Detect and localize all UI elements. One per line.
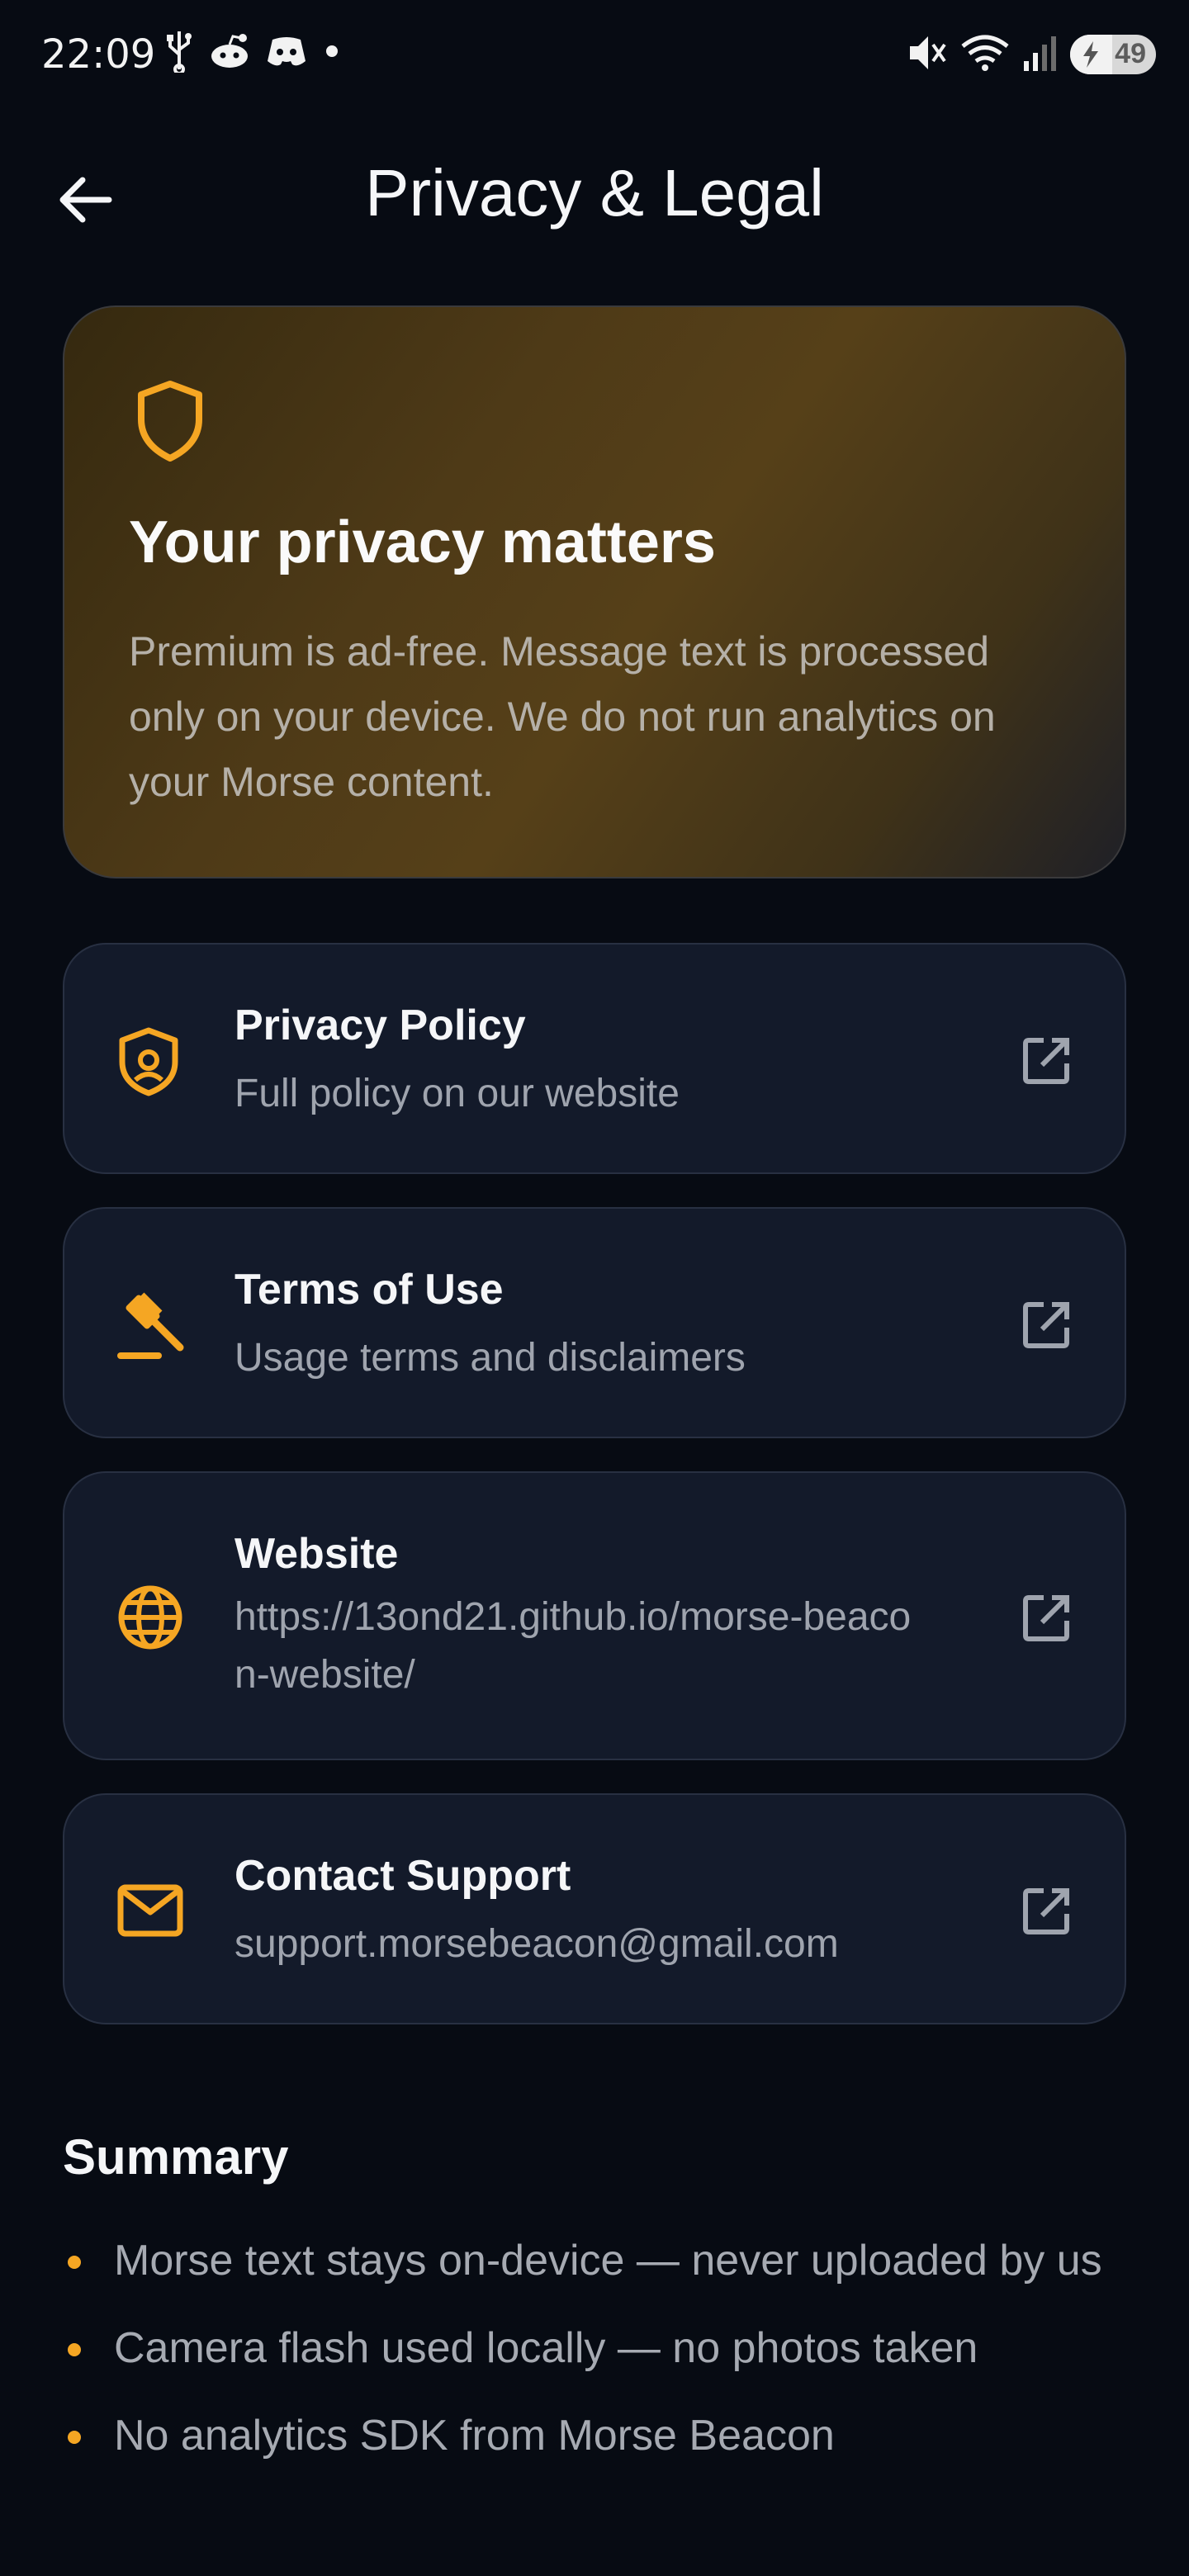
website-title: Website xyxy=(234,1530,399,1578)
privacy-policy-card[interactable]: Privacy Policy Full policy on our websit… xyxy=(63,943,1126,1174)
reddit-icon xyxy=(208,33,251,69)
open-external-icon xyxy=(1023,1302,1069,1348)
terms-of-use-title: Terms of Use xyxy=(234,1266,504,1314)
summary-item: Camera flash used locally — no photos ta… xyxy=(63,2317,1136,2379)
discord-icon xyxy=(266,35,307,68)
app-header: Privacy & Legal xyxy=(0,132,1189,256)
gavel-icon xyxy=(117,1292,184,1359)
signal-icon xyxy=(1022,33,1059,76)
shield-account-icon xyxy=(119,1027,178,1096)
contact-support-title: Contact Support xyxy=(234,1852,571,1900)
mail-icon xyxy=(117,1884,183,1937)
contact-support-email: support.morsebeacon@gmail.com xyxy=(234,1922,839,1966)
summary-heading: Summary xyxy=(63,2129,289,2185)
open-external-icon xyxy=(1023,1888,1069,1934)
website-card[interactable]: Website https://13ond21.github.io/morse-… xyxy=(63,1471,1126,1760)
status-bar: 22:09 49 xyxy=(0,0,1189,111)
summary-item-text: Morse text stays on-device — never uploa… xyxy=(114,2237,1102,2285)
hero-title: Your privacy matters xyxy=(129,509,716,575)
globe-icon xyxy=(118,1585,182,1650)
status-time: 22:09 xyxy=(41,31,156,78)
dot-icon xyxy=(322,41,342,61)
wifi-icon xyxy=(959,33,1011,76)
summary-item-text: Camera flash used locally — no photos ta… xyxy=(114,2324,978,2372)
privacy-hero-card: Your privacy matters Premium is ad-free.… xyxy=(63,305,1126,878)
usb-icon xyxy=(165,30,193,73)
hero-description: Premium is ad-free. Message text is proc… xyxy=(129,628,996,805)
mute-icon xyxy=(907,33,948,76)
battery-level: 49 xyxy=(1115,38,1146,69)
privacy-policy-title: Privacy Policy xyxy=(234,1002,526,1049)
website-url: https://13ond21.github.io/morse-beacon-w… xyxy=(234,1595,912,1697)
bullet-icon xyxy=(68,2256,81,2269)
bullet-icon xyxy=(68,2343,81,2356)
summary-item: Morse text stays on-device — never uploa… xyxy=(63,2229,1136,2292)
page-title: Privacy & Legal xyxy=(365,156,824,230)
contact-support-card[interactable]: Contact Support support.morsebeacon@gmai… xyxy=(63,1793,1126,2024)
bullet-icon xyxy=(68,2431,81,2444)
terms-of-use-subtitle: Usage terms and disclaimers xyxy=(234,1336,746,1380)
privacy-policy-subtitle: Full policy on our website xyxy=(234,1072,680,1115)
terms-of-use-card[interactable]: Terms of Use Usage terms and disclaimers xyxy=(63,1207,1126,1438)
open-external-icon xyxy=(1023,1595,1069,1641)
summary-item: No analytics SDK from Morse Beacon xyxy=(63,2404,1136,2467)
summary-list: Morse text stays on-device — never uploa… xyxy=(63,2229,1136,2492)
notification-icons xyxy=(165,30,342,73)
shield-icon xyxy=(138,381,202,462)
battery-icon: 49 xyxy=(1070,35,1156,74)
open-external-icon xyxy=(1023,1038,1069,1084)
summary-item-text: No analytics SDK from Morse Beacon xyxy=(114,2412,835,2460)
system-icons: 49 xyxy=(907,33,1156,76)
